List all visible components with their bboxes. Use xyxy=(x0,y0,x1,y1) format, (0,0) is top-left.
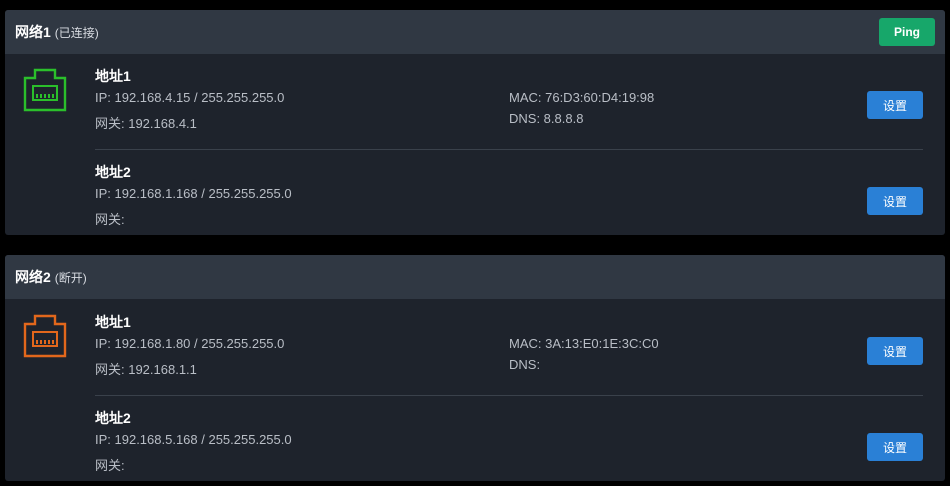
ping-button[interactable]: Ping xyxy=(879,18,935,46)
network-header-2: 网络2 (断开) xyxy=(5,255,945,299)
settings-button[interactable]: 设置 xyxy=(867,91,923,119)
address-title: 地址1 xyxy=(95,68,131,84)
ip-text: IP: 192.168.5.168 / 255.255.255.0 xyxy=(95,432,292,447)
gateway-text: 网关: 192.168.1.1 xyxy=(95,362,197,377)
settings-button[interactable]: 设置 xyxy=(867,187,923,215)
dns-text: DNS: 8.8.8.8 xyxy=(509,111,584,126)
mac-text: MAC: 76:D3:60:D4:19:98 xyxy=(509,90,655,105)
settings-button[interactable]: 设置 xyxy=(867,433,923,461)
mac-text: MAC: 3A:13:E0:1E:3C:C0 xyxy=(509,336,659,351)
ip-text: IP: 192.168.4.15 / 255.255.255.0 xyxy=(95,90,285,105)
divider xyxy=(95,149,923,150)
address-title: 地址2 xyxy=(95,164,131,180)
ethernet-port-icon xyxy=(23,68,67,112)
address-block-2: 地址2 IP: 192.168.1.168 / 255.255.255.0 网关… xyxy=(95,162,923,235)
ip-text: IP: 192.168.1.80 / 255.255.255.0 xyxy=(95,336,285,351)
address-block-1: 地址1 IP: 192.168.1.80 / 255.255.255.0 网关:… xyxy=(95,312,923,404)
dns-text: DNS: xyxy=(509,357,541,372)
ethernet-port-icon xyxy=(23,314,67,358)
gateway-text: 网关: xyxy=(95,458,125,473)
network-panel-2: 网络2 (断开) 地址1 IP: 192.168.1.80 / 255.255.… xyxy=(5,255,945,481)
ip-text: IP: 192.168.1.168 / 255.255.255.0 xyxy=(95,186,292,201)
network-status: (已连接) xyxy=(54,25,99,40)
address-title: 地址1 xyxy=(95,314,131,330)
gateway-text: 网关: xyxy=(95,212,125,227)
address-block-2: 地址2 IP: 192.168.5.168 / 255.255.255.0 网关… xyxy=(95,408,923,481)
address-block-1: 地址1 IP: 192.168.4.15 / 255.255.255.0 网关:… xyxy=(95,66,923,158)
divider xyxy=(95,395,923,396)
network-title: 网络1 xyxy=(15,24,51,40)
network-header-1: 网络1 (已连接) Ping xyxy=(5,10,945,54)
address-title: 地址2 xyxy=(95,410,131,426)
network-panel-1: 网络1 (已连接) Ping 地址1 IP: 192.168.4.15 / 25… xyxy=(5,10,945,235)
network-status: (断开) xyxy=(54,270,87,285)
gateway-text: 网关: 192.168.4.1 xyxy=(95,116,197,131)
settings-button[interactable]: 设置 xyxy=(867,337,923,365)
network-title: 网络2 xyxy=(15,269,51,285)
